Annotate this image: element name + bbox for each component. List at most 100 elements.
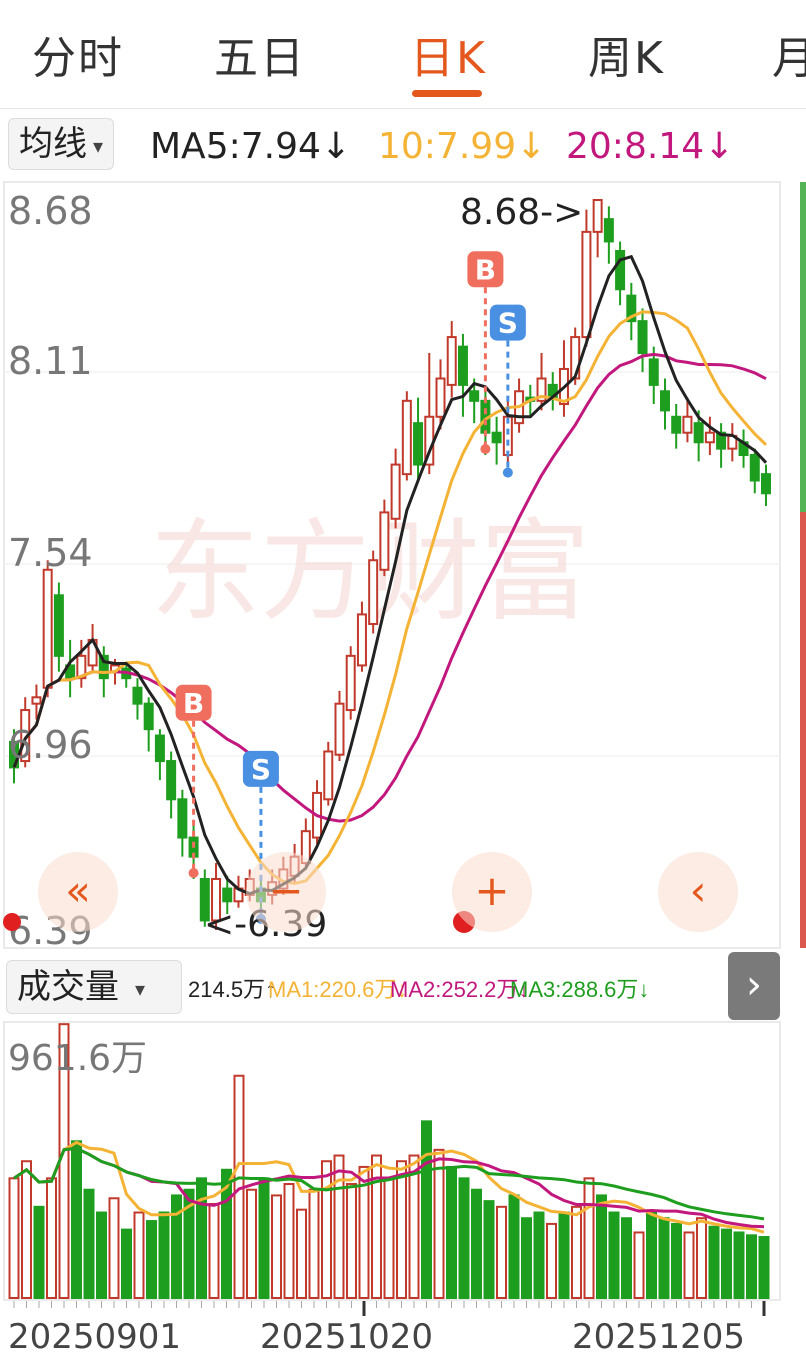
red-dot-indicator [3,913,21,931]
ma-select-label: 均线 [19,124,87,164]
volume-bar [458,1177,470,1299]
volume-bar [571,1205,582,1299]
volume-bar [283,1183,295,1300]
tab-intraday[interactable]: 分时 [32,22,124,86]
candle-body [222,887,233,903]
volume-bar [433,1148,445,1299]
volume-bar [758,1236,770,1299]
volume-bar [608,1211,620,1299]
candle-body [31,696,42,705]
volume-bar [158,1211,170,1299]
volume-bar [108,1197,120,1299]
expand-indicator-button[interactable]: › [728,952,780,1020]
candle-body [143,702,154,731]
date-label-3: 20251205 [572,1317,745,1357]
candle-body [592,199,603,233]
candle-body [603,218,614,243]
ma-legend-row: 均线 ▾ MA5:7.94↓ 10:7.99↓ 20:8.14↓ [0,112,806,178]
volume-bar [196,1177,207,1299]
volume-axis-max-label: 961.6万 [8,1038,147,1079]
volume-bar [121,1228,132,1300]
volume-bar [408,1154,420,1299]
tab-five-day[interactable]: 五日 [214,22,306,86]
candle-body [637,320,648,355]
candle-body [345,654,356,712]
volume-bar [746,1234,757,1299]
volume-bar [583,1177,595,1299]
volume-bar [96,1211,107,1299]
volume-bar [683,1231,695,1299]
candle-body [469,390,480,402]
volume-bar [721,1228,732,1300]
volume-indicator-select[interactable]: 成交量 ▾ [6,960,182,1014]
period-tabs: 分时 五日 日K 周K 月 [0,0,806,109]
volume-bar [46,1177,57,1299]
volume-bar [733,1231,745,1299]
volume-bar [446,1165,457,1299]
candle-body [581,230,592,339]
active-tab-indicator [412,90,482,97]
volume-bar [708,1225,720,1299]
candle-body [401,399,412,476]
volume-ma1-value: MA1:220.6万↓ [268,977,408,1002]
candle-body [457,345,468,386]
buy-point-dot [188,867,199,878]
candle-body [323,750,334,801]
volume-value: 214.5万↑ [188,977,277,1002]
zoom-out-button[interactable]: − [246,852,326,932]
volume-select-label: 成交量 [17,967,119,1007]
candle-body [154,734,165,763]
candle-body [390,463,401,520]
volume-bar [271,1194,282,1299]
candle-body [491,431,502,444]
volume-bar [696,1217,707,1299]
candle-body [53,594,64,657]
tab-monthly-k[interactable]: 月 [772,22,806,86]
ma5-value: MA5:7.94↓ [150,126,352,167]
candle-body [749,454,760,482]
scroll-left-button[interactable]: « [38,852,118,932]
volume-bar [596,1194,607,1299]
candle-body [435,377,446,418]
candlestick-chart[interactable]: 东方财富 BSBS 8.68 8.11 7.54 6.96 6.39 8.68-… [0,180,806,950]
volume-bar [296,1208,307,1300]
volume-chart[interactable]: 961.6万 20250901 20251020 20251205 [0,1020,806,1362]
buy-signal-label: B [475,253,496,286]
candle-body [615,250,626,291]
tab-weekly-k[interactable]: 周K [588,22,665,86]
volume-bar [508,1194,520,1299]
volume-bar [21,1160,32,1299]
price-axis-label-high: 8.68 [8,189,93,233]
volume-bar [246,1188,257,1299]
back-button[interactable]: ‹ [658,852,738,932]
ma-indicator-select[interactable]: 均线 ▾ [8,118,115,170]
volume-legend-row: 成交量 ▾ 214.5万↑ MA1:220.6万↓ MA2:252.2万↓ MA3… [0,950,806,1020]
volume-bar [71,1140,82,1299]
volume-bar [396,1160,407,1299]
candle-body [177,798,188,839]
volume-bar [33,1205,45,1299]
candle-body [42,568,53,689]
volume-bar [333,1154,345,1299]
candle-body [682,415,693,434]
chevron-down-icon: ▾ [93,133,104,158]
candle-body [704,431,715,444]
zoom-in-button[interactable]: + [452,852,532,932]
candle-body [368,559,379,625]
volume-bar [496,1205,507,1299]
volume-bar [346,1183,357,1300]
volume-bar [83,1188,95,1299]
candle-body [334,702,345,756]
tab-daily-k[interactable]: 日K [410,22,487,86]
volume-bar [383,1177,395,1299]
price-axis-label-4: 6.96 [8,723,93,767]
volume-bar [483,1200,495,1299]
volume-ma3-value: MA3:288.6万↓ [510,977,650,1002]
volume-bar [646,1211,657,1299]
buy-signal-label: B [183,687,204,720]
candle-body [761,473,771,495]
candle-body [693,422,704,444]
ma10-value: 10:7.99↓ [378,126,547,167]
volume-bar [208,1202,220,1300]
volume-bar [633,1231,645,1299]
